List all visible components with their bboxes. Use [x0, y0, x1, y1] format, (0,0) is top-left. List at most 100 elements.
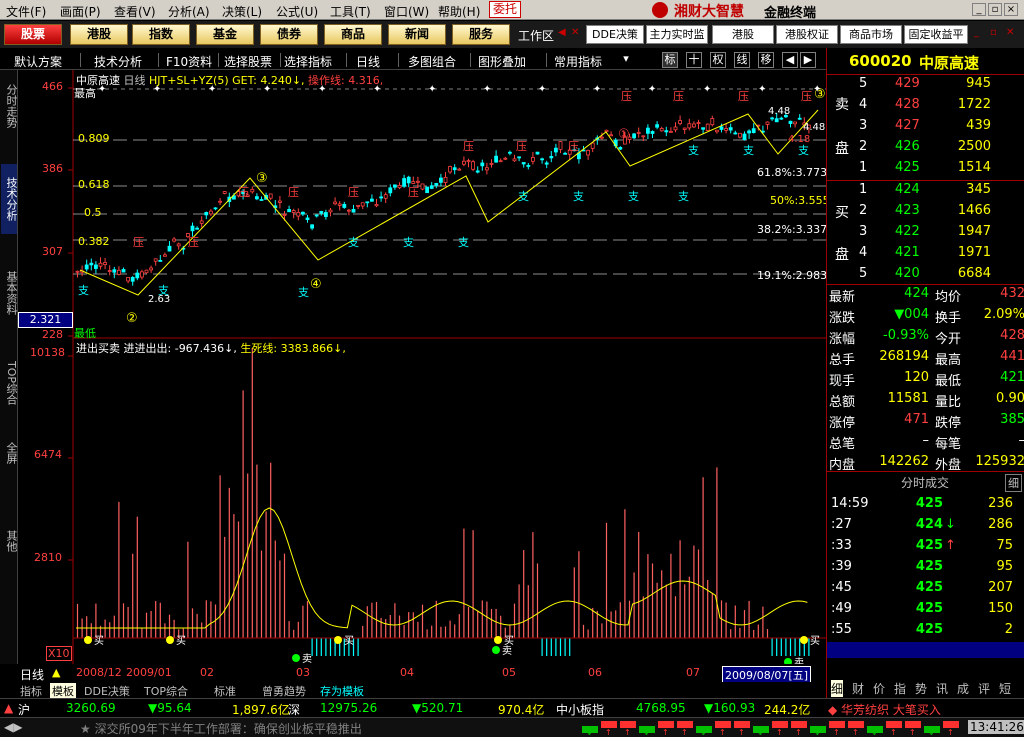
close-icon[interactable]: ×: [1004, 3, 1018, 16]
candle-body: [609, 134, 613, 137]
trade-alert[interactable]: ◆ 华芳纺织 大笔买入: [828, 701, 941, 718]
panel-tab[interactable]: 指: [894, 680, 906, 697]
commodity-market-button[interactable]: 商品市场: [840, 25, 902, 44]
wave-mark: ②: [126, 311, 138, 326]
sz-amount: 970.4亿: [498, 703, 545, 717]
tab-save-template[interactable]: 存为模板: [320, 683, 364, 699]
news-headline[interactable]: ★ 深交所09年下半年工作部署：确保创业板平稳推出: [80, 720, 362, 737]
entrust-button[interactable]: 委托: [489, 1, 521, 18]
side-tab-fullscreen[interactable]: 全屏: [1, 438, 18, 468]
nav-commodity-button[interactable]: 商品: [324, 24, 382, 45]
f10-info-menu[interactable]: F10资料: [166, 53, 212, 70]
nav-bond-button[interactable]: 债券: [260, 24, 318, 45]
workspace-label[interactable]: 工作区: [518, 27, 554, 44]
tab-move[interactable]: 移: [758, 52, 774, 68]
menu-analysis[interactable]: 分析(A): [168, 3, 210, 20]
menu-view[interactable]: 查看(V): [114, 3, 156, 20]
sell-order-level: 3: [859, 118, 868, 133]
tab-trend[interactable]: 曾勇趋势: [262, 683, 306, 699]
buy-order-price: 421: [895, 245, 920, 260]
fixed-income-button[interactable]: 固定收益平: [904, 25, 968, 44]
candle-body: [369, 198, 374, 202]
quote-label: 涨幅: [829, 332, 856, 347]
minimize-icon[interactable]: _: [972, 3, 986, 16]
side-tab-timeshare[interactable]: 分时走势: [1, 76, 18, 136]
sub-minimize-icon[interactable]: _: [974, 27, 986, 39]
nav-news-button[interactable]: 新闻: [388, 24, 446, 45]
tab-line[interactable]: 线: [734, 52, 750, 68]
nav-service-button[interactable]: 服务: [452, 24, 510, 45]
sub-close-icon[interactable]: ✕: [1006, 27, 1018, 39]
menu-screen[interactable]: 画面(P): [60, 3, 101, 20]
tab-mark[interactable]: 标: [662, 52, 678, 68]
common-indicator-menu[interactable]: 常用指标: [554, 53, 602, 70]
panel-tab[interactable]: 财: [852, 680, 864, 697]
hk-stock-button[interactable]: 港股: [712, 25, 774, 44]
panel-tab[interactable]: 细: [831, 680, 844, 697]
ticks-tab[interactable]: 细: [1005, 474, 1022, 492]
quote-value: 268194: [879, 349, 929, 364]
tab-dde[interactable]: DDE决策: [84, 683, 130, 699]
indicator-name: HJT+SL+YZ(5): [149, 74, 229, 87]
kline-chart[interactable]: 压压压压压压压压压压压压压支支支支支支支支支支支支支②③④①③2.634.484…: [18, 70, 832, 669]
tab-rights[interactable]: 权: [710, 52, 726, 68]
default-scheme-menu[interactable]: 默认方案: [14, 53, 62, 70]
tab-indicator[interactable]: 指标: [20, 683, 42, 699]
candle-body: [374, 204, 379, 207]
support-mark: 支: [688, 144, 699, 157]
candle-body: [268, 193, 273, 199]
side-tab-tech[interactable]: 技术分析: [1, 164, 18, 234]
dde-decision-button[interactable]: DDE决策: [586, 25, 644, 44]
side-tab-basic[interactable]: 基本资料: [1, 258, 18, 328]
sell-label: 卖: [302, 653, 312, 664]
menu-arrow-icon[interactable]: ▾: [618, 52, 634, 68]
tab-top[interactable]: TOP综合: [144, 683, 188, 699]
panel-tab[interactable]: 评: [978, 680, 990, 697]
triangle-left-icon[interactable]: ◀: [782, 52, 798, 68]
tab-crosshair[interactable]: 十: [686, 52, 702, 68]
tab-template[interactable]: 模板: [50, 683, 76, 699]
panel-tab[interactable]: 势: [915, 680, 927, 697]
multi-chart-menu[interactable]: 多图组合: [408, 53, 456, 70]
menu-window[interactable]: 窗口(W): [384, 3, 429, 20]
candle-body: [747, 130, 751, 134]
menu-decision[interactable]: 决策(L): [222, 3, 262, 20]
tab-standard[interactable]: 标准: [214, 683, 236, 699]
menu-file[interactable]: 文件(F): [6, 3, 46, 20]
side-tab-other[interactable]: 其他: [1, 526, 18, 556]
nav-stock-button[interactable]: 股票: [4, 24, 62, 45]
menu-tools[interactable]: 工具(T): [330, 3, 371, 20]
nav-index-button[interactable]: 指数: [132, 24, 190, 45]
breadth-bar: [772, 721, 788, 728]
sub-restore-icon[interactable]: ▫: [990, 27, 1002, 39]
period-up-icon[interactable]: ▲: [52, 666, 60, 679]
candle-body: [498, 160, 503, 163]
nav-hkstock-button[interactable]: 港股: [70, 24, 128, 45]
panel-tab[interactable]: 讯: [936, 680, 948, 697]
restore-icon[interactable]: ▫: [988, 3, 1002, 16]
candle-body: [98, 262, 103, 267]
period-daily-menu[interactable]: 日线: [356, 53, 380, 70]
nav-fund-button[interactable]: 基金: [196, 24, 254, 45]
hk-warrant-button[interactable]: 港股权证: [776, 25, 838, 44]
panel-tab[interactable]: 价: [873, 680, 885, 697]
workspace-arrow-icon[interactable]: ◀: [558, 27, 570, 39]
chart-area[interactable]: 压压压压压压压压压压压压压支支支支支支支支支支支支支 ② ③ ④ ① ③ 2.63 4.48 4…: [18, 70, 832, 669]
panel-tab[interactable]: 成: [957, 680, 969, 697]
menu-formula[interactable]: 公式(U): [276, 3, 318, 20]
side-tab-top[interactable]: TOP综合: [1, 348, 18, 418]
panel-tab[interactable]: 短: [999, 680, 1011, 697]
ticker-left-icon[interactable]: ◀▶: [4, 720, 22, 734]
quote-label: 跌停: [935, 416, 962, 431]
candle-body: [176, 243, 181, 247]
select-indicator-menu[interactable]: 选择指标: [284, 53, 332, 70]
tech-analysis-menu[interactable]: 技术分析: [94, 53, 142, 70]
candle-body: [797, 117, 802, 120]
overlay-menu[interactable]: 图形叠加: [478, 53, 526, 70]
main-monitor-button[interactable]: 主力实时监: [646, 25, 708, 44]
menu-help[interactable]: 帮助(H): [438, 3, 480, 20]
triangle-right-icon[interactable]: ▶: [800, 52, 816, 68]
select-stock-menu[interactable]: 选择股票: [224, 53, 272, 70]
workspace-close-icon[interactable]: ✕: [571, 27, 583, 39]
candle-body: [549, 156, 554, 159]
